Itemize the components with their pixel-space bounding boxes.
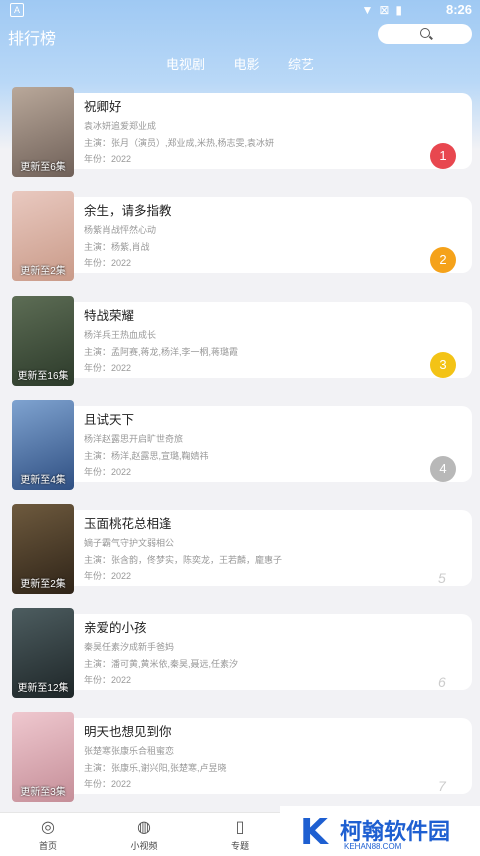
episode-status: 更新至12集 — [17, 683, 69, 694]
show-cast: 主演：潘可黄,黄米依,秦昊,聂远,任素汐 — [84, 659, 239, 669]
show-cast: 主演：张含韵，佟梦实，陈奕龙，王若麟，龐惠子 — [84, 555, 283, 565]
list-item[interactable]: 更新至2集 余生，请多指教 杨紫肖战怦然心动 主演：杨紫,肖战 年份：2022 … — [12, 191, 472, 281]
list-item[interactable]: 更新至16集 特战荣耀 杨洋兵王热血成长 主演：孟阿赛,蒋龙,杨洋,李一桐,蒋璐… — [12, 296, 472, 386]
page-title: 排行榜 — [8, 31, 57, 48]
home-circle-icon: ◎ — [41, 819, 55, 836]
show-year: 年份：2022 — [84, 571, 132, 581]
list-item[interactable]: 更新至6集 祝卿好 袁冰妍追爱郑业成 主演：张月（演员）,郑业成,米热,杨志雯,… — [12, 87, 472, 177]
rank-badge: 3 — [430, 352, 456, 378]
show-title: 余生，请多指教 — [84, 204, 172, 218]
show-year: 年份：2022 — [84, 675, 132, 685]
show-cast: 主演：张康乐,谢兴阳,张楚寒,卢昱晓 — [84, 763, 227, 773]
episode-status: 更新至2集 — [20, 579, 66, 590]
show-cast: 主演：杨紫,肖战 — [84, 242, 150, 252]
show-title: 祝卿好 — [84, 100, 122, 114]
status-time: 8:26 — [445, 2, 472, 17]
show-title: 明天也想见到你 — [84, 725, 172, 739]
card-panel — [12, 510, 472, 586]
rank-badge: 2 — [430, 247, 456, 273]
episode-status: 更新至3集 — [20, 787, 66, 798]
status-icons: ▼⊠▮ — [361, 3, 408, 17]
rank-badge: 1 — [430, 143, 456, 169]
show-cast: 主演：孟阿赛,蒋龙,杨洋,李一桐,蒋璐霞 — [84, 347, 239, 357]
list-item[interactable]: 更新至2集 玉面桃花总相逢 嫡子霸气守护文弱相公 主演：张含韵，佟梦实，陈奕龙，… — [12, 504, 472, 594]
status-bar: A ▼⊠▮ 8:26 — [0, 0, 480, 20]
poster-image[interactable]: 更新至3集 — [12, 712, 74, 802]
show-description: 秦昊任素汐成新手爸妈 — [84, 642, 175, 652]
rank-number: 6 — [438, 674, 446, 690]
tab-variety[interactable]: 综艺 — [288, 54, 314, 73]
show-year: 年份：2022 — [84, 779, 132, 789]
show-title: 且试天下 — [84, 413, 135, 427]
episode-status: 更新至6集 — [20, 162, 66, 173]
card-panel — [12, 614, 472, 690]
poster-image[interactable]: 更新至2集 — [12, 504, 74, 594]
poster-image[interactable]: 更新至12集 — [12, 608, 74, 698]
poster-image[interactable]: 更新至2集 — [12, 191, 74, 281]
list-item[interactable]: 更新至12集 亲爱的小孩 秦昊任素汐成新手爸妈 主演：潘可黄,黄米依,秦昊,聂远… — [12, 608, 472, 698]
show-description: 张楚寒张康乐合租蜜恋 — [84, 746, 175, 756]
planet-icon: ◍ — [137, 819, 151, 836]
card-panel — [12, 718, 472, 794]
show-year: 年份：2022 — [84, 467, 132, 477]
bookmark-icon: ▯ — [235, 819, 245, 836]
episode-status: 更新至16集 — [17, 371, 69, 382]
show-description: 杨洋赵露思开启旷世奇旅 — [84, 434, 184, 444]
show-description: 杨紫肖战怦然心动 — [84, 225, 157, 235]
nav-home[interactable]: ◎ 首页 — [18, 817, 78, 852]
card-panel — [12, 302, 472, 378]
show-title: 特战荣耀 — [84, 309, 135, 323]
rank-number: 5 — [438, 570, 446, 586]
show-cast: 主演：杨洋,赵露思,宣璐,鞠婧祎 — [84, 451, 209, 461]
show-cast: 主演：张月（演员）,郑业成,米热,杨志雯,袁冰妍 — [84, 138, 275, 148]
episode-status: 更新至2集 — [20, 266, 66, 277]
show-description: 袁冰妍追爱郑业成 — [84, 121, 157, 131]
rank-badge: 4 — [430, 456, 456, 482]
watermark: K 柯翰软件园 KEHAN88.COM — [280, 806, 480, 855]
tab-movie[interactable]: 电影 — [233, 54, 259, 73]
list-item[interactable]: 更新至4集 且试天下 杨洋赵露思开启旷世奇旅 主演：杨洋,赵露思,宣璐,鞠婧祎 … — [12, 400, 472, 490]
poster-image[interactable]: 更新至16集 — [12, 296, 74, 386]
rank-number: 7 — [438, 778, 446, 794]
watermark-logo: K — [300, 812, 328, 853]
nav-short-video[interactable]: ◍ 小视频 — [114, 817, 174, 852]
list-item[interactable]: 更新至3集 明天也想见到你 张楚寒张康乐合租蜜恋 主演：张康乐,谢兴阳,张楚寒,… — [12, 712, 472, 802]
show-description: 嫡子霸气守护文弱相公 — [84, 538, 175, 548]
card-panel — [12, 197, 472, 273]
card-panel — [12, 406, 472, 482]
app-notification-icon: A — [10, 3, 24, 17]
poster-image[interactable]: 更新至6集 — [12, 87, 74, 177]
card-panel — [12, 93, 472, 169]
show-year: 年份：2022 — [84, 363, 132, 373]
category-tabs: 电视剧 电影 综艺 — [0, 54, 480, 74]
show-title: 玉面桃花总相逢 — [84, 517, 172, 531]
show-year: 年份：2022 — [84, 154, 132, 164]
watermark-url: KEHAN88.COM — [344, 842, 402, 851]
search-icon — [420, 28, 430, 38]
episode-status: 更新至4集 — [20, 475, 66, 486]
poster-image[interactable]: 更新至4集 — [12, 400, 74, 490]
show-year: 年份：2022 — [84, 258, 132, 268]
nav-topics[interactable]: ▯ 专题 — [210, 817, 270, 852]
show-description: 杨洋兵王热血成长 — [84, 330, 157, 340]
tab-tv[interactable]: 电视剧 — [166, 54, 205, 73]
search-box[interactable] — [378, 24, 472, 44]
show-title: 亲爱的小孩 — [84, 621, 147, 635]
